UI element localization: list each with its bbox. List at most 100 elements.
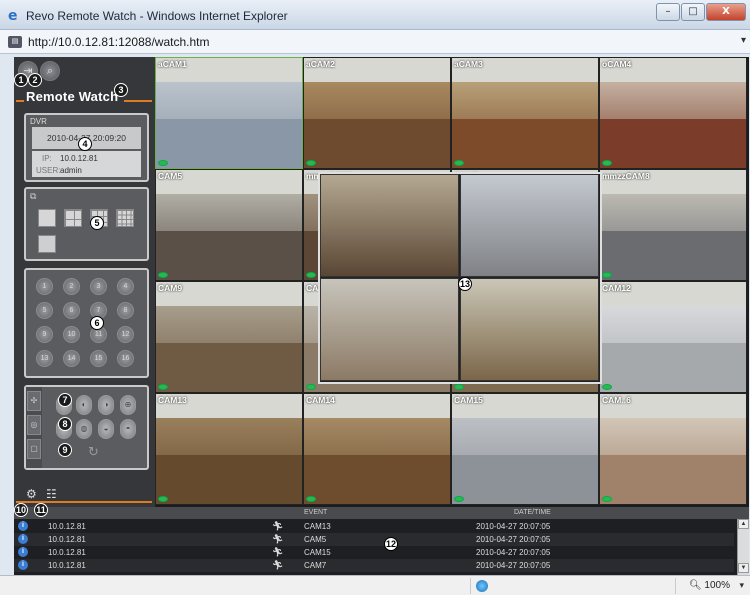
channel-button-4[interactable]: 4 [117,278,134,295]
event-ip: 10.0.12.81 [48,522,86,531]
channel-button-5[interactable]: 5 [36,302,53,319]
camera-tile[interactable]: aCAM3 [451,57,599,169]
split-16-button[interactable] [116,209,134,227]
camera-tile[interactable]: CAM14 [303,393,451,505]
user-label: USER: [36,166,61,175]
auto-iris-button[interactable]: ◓ [120,419,136,439]
brand-title: Remote Watch [26,89,119,104]
window-controls: – □ X [656,3,746,21]
live-status-icon [306,272,316,278]
live-status-icon [306,496,316,502]
channel-button-14[interactable]: 14 [63,350,80,367]
address-dropdown-icon[interactable]: ▾ [741,35,746,46]
zoomed-camera-view[interactable] [320,174,459,277]
camera-label: aCAM3 [454,59,483,69]
zoom-dropdown-icon[interactable]: ▾ [739,580,744,591]
zoom-out-button[interactable]: ◐ [76,395,92,415]
event-log-header: EVENT DATE/TIME [14,507,749,519]
zoom-value: 100% [704,580,730,591]
channel-button-12[interactable]: 12 [117,326,134,343]
auto-focus-button[interactable]: ◒ [98,419,114,439]
camera-tile[interactable]: oCAM4 [599,57,747,169]
camera-tile[interactable]: CAM5 [155,169,303,281]
channel-button-13[interactable]: 13 [36,350,53,367]
zoom-level[interactable]: 🔍︎ 100% [689,580,730,591]
event-datetime: 2010-04-27 20:07:05 [476,548,551,557]
channel-button-1[interactable]: 1 [36,278,53,295]
channel-button-15[interactable]: 15 [90,350,107,367]
focus-near-button[interactable]: ◑ [98,395,114,415]
event-row[interactable]: i 10.0.12.81 🏃︎ CAM5 2010-04-27 20:07:05 [14,533,734,546]
ip-value: 10.0.12.81 [60,154,98,163]
ptz-tab-icon[interactable]: ✣ [27,391,41,411]
minimize-button[interactable]: – [656,3,680,21]
focus-far-button[interactable]: ⊕ [120,395,136,415]
camera-grid: aCAM1aCAM2aCAM3oCAM4CAM5mmmCAM6CAM7mmzzC… [155,57,749,507]
event-datetime: 2010-04-27 20:07:05 [476,522,551,531]
camera-label: aCAM2 [306,59,335,69]
zoomed-camera-view[interactable] [460,278,599,381]
url-text[interactable]: http://10.0.12.81:12088/watch.htm [28,35,209,49]
title-bar: e Revo Remote Watch - Windows Internet E… [0,0,750,30]
split-1-button[interactable] [38,209,56,227]
camera-label: oCAM4 [602,59,632,69]
record-list-icon[interactable]: ☷ [46,487,57,501]
iris-close-button[interactable]: ◍ [76,419,92,439]
camera-image [452,454,598,504]
event-datetime: 2010-04-27 20:07:05 [476,535,551,544]
camera-tile[interactable]: mmzzCAM8 [599,169,747,281]
scroll-up-icon[interactable]: ▲ [738,519,749,529]
event-row[interactable]: i 10.0.12.81 🏃︎ CAM15 2010-04-27 20:07:05 [14,546,734,559]
preset-tab-icon[interactable]: ▢ [27,439,41,459]
channel-button-8[interactable]: 8 [117,302,134,319]
motion-event-icon: 🏃︎ [272,560,284,570]
camera-label: CAM9 [158,283,183,293]
callout-marker: 4 [78,137,92,151]
zoomed-camera-view[interactable] [460,174,599,277]
channel-button-10[interactable]: 10 [63,326,80,343]
remote-watch-app: ⇥ ⌕ Remote Watch DVR 2010-04-27 20:09:20… [14,57,749,575]
event-row[interactable]: i 10.0.12.81 🏃︎ CAM13 2010-04-27 20:07:05 [14,520,734,533]
datetime-column-header: DATE/TIME [514,509,551,516]
camera-label: mmzzCAM8 [602,171,650,181]
camera-tile[interactable]: CAM12 [599,281,747,393]
dvr-connection-info: IP: 10.0.12.81 USER: admin [32,151,141,177]
zoomed-camera-view[interactable] [320,278,459,381]
camera-tile[interactable]: aCAM1 [155,57,303,169]
channel-button-3[interactable]: 3 [90,278,107,295]
camera-tile[interactable]: CAM9 [155,281,303,393]
motion-event-icon: 🏃︎ [272,534,284,544]
callout-marker: 12 [384,537,398,551]
camera-tile[interactable]: CAM15 [451,393,599,505]
event-row[interactable]: i 10.0.12.81 🏃︎ CAM7 2010-04-27 20:07:05 [14,559,734,572]
channel-button-16[interactable]: 16 [117,350,134,367]
callout-marker: 6 [90,316,104,330]
camera-tile[interactable]: aCAM2 [303,57,451,169]
search-icon[interactable]: ⌕ [40,61,60,81]
sidebar-accent-line [16,501,152,503]
dvr-label: DVR [30,117,47,126]
browser-window: e Revo Remote Watch - Windows Internet E… [0,0,750,595]
brand-accent-line [16,100,24,102]
camera-tile[interactable]: CAM13 [155,393,303,505]
channel-button-2[interactable]: 2 [63,278,80,295]
settings-icon[interactable]: ⚙ [26,487,37,501]
address-bar[interactable]: ▤ http://10.0.12.81:12088/watch.htm ▾ [0,30,750,54]
channel-button-9[interactable]: 9 [36,326,53,343]
callout-marker: 7 [58,393,72,407]
camera-tile[interactable]: CAM..6 [599,393,747,505]
focus-tab-icon[interactable]: ◎ [27,415,41,435]
info-icon: i [18,560,28,570]
fullscreen-button[interactable] [38,235,56,253]
close-button[interactable]: X [706,3,746,21]
event-log-scrollbar[interactable]: ▲ ▼ [737,519,749,575]
channel-button-6[interactable]: 6 [63,302,80,319]
split-4-button[interactable] [64,209,82,227]
maximize-button[interactable]: □ [681,3,705,21]
refresh-icon[interactable]: ↻ [88,445,99,460]
ptz-control-panel: ✣ ◎ ▢ + ◐ ◑ ⊕ ○ ◍ ◒ ◓ ↻ [24,385,149,470]
live-status-icon [602,160,612,166]
scroll-down-icon[interactable]: ▼ [738,563,749,573]
camera-label: CAM..6 [602,395,631,405]
live-status-icon [158,496,168,502]
